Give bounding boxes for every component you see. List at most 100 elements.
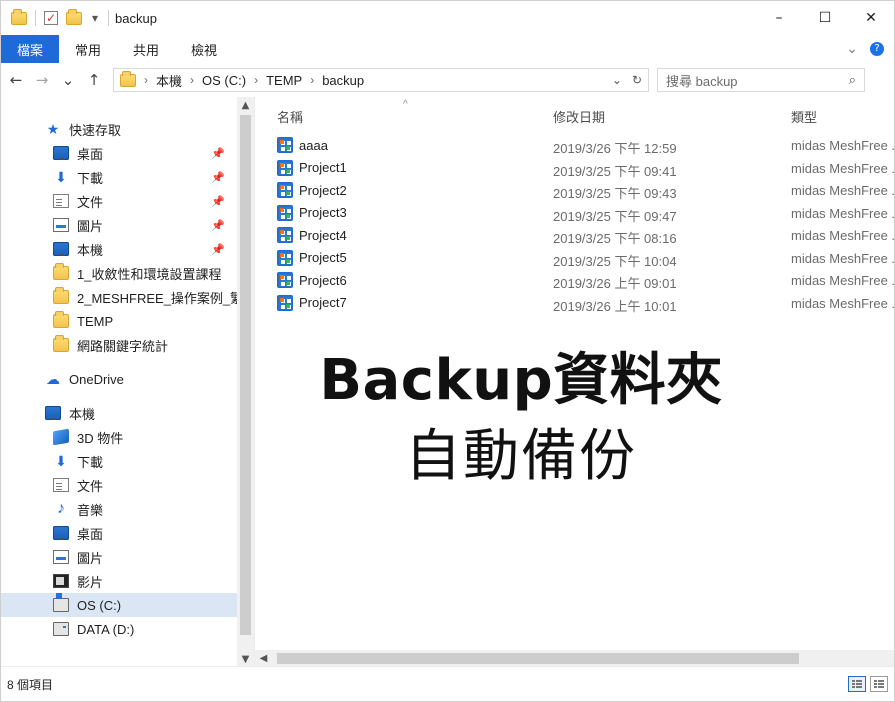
sidebar-item[interactable]: 文件 📌: [1, 189, 237, 213]
file-name-cell[interactable]: Project6: [277, 272, 347, 288]
file-name: Project7: [299, 295, 347, 310]
file-type: midas MeshFree ...: [791, 183, 895, 198]
sidebar-item[interactable]: 桌面 📌: [1, 141, 237, 165]
sidebar-item[interactable]: 圖片: [1, 545, 237, 569]
refresh-icon[interactable]: ↻: [632, 73, 642, 87]
ribbon-expand-icon[interactable]: ⌄: [846, 41, 858, 57]
search-icon[interactable]: ⌕: [849, 72, 856, 88]
breadcrumb-separator: ›: [254, 73, 259, 87]
close-button[interactable]: ✕: [848, 1, 894, 35]
breadcrumb-temp[interactable]: TEMP: [266, 73, 302, 88]
file-name-cell[interactable]: Project5: [277, 249, 347, 266]
file-list-pane: 名稱 ^ 修改日期 類型 aaaa 2019/3/26 下午 12:59 midas…: [255, 97, 894, 667]
new-folder-icon[interactable]: [66, 8, 82, 25]
column-header-type[interactable]: 類型: [791, 107, 817, 126]
folder-icon: [53, 335, 69, 352]
file-name-cell[interactable]: Project2: [277, 182, 347, 198]
up-button[interactable]: ↑: [83, 69, 105, 91]
file-name-cell[interactable]: aaaa: [277, 137, 328, 153]
breadcrumb-backup[interactable]: backup: [322, 73, 364, 88]
file-name: Project5: [299, 250, 347, 265]
address-dropdown-icon[interactable]: ⌄: [612, 73, 622, 87]
scroll-left-button[interactable]: ◀: [255, 650, 272, 667]
sidebar-item[interactable]: ☁ OneDrive: [1, 367, 237, 391]
help-icon[interactable]: ?: [870, 42, 884, 56]
sidebar-item-label: 桌面: [77, 146, 104, 162]
properties-checkbox-icon[interactable]: ✓: [44, 11, 58, 25]
file-type: midas MeshFree ...: [791, 138, 895, 153]
minimize-button[interactable]: –: [756, 1, 802, 35]
sidebar-item[interactable]: OS (C:): [1, 593, 237, 617]
file-row[interactable]: Project5 2019/3/25 下午 10:04 midas MeshFree…: [255, 248, 894, 271]
address-bar[interactable]: › 本機 › OS (C:) › TEMP › backup ⌄ ↻: [113, 68, 649, 92]
sidebar-item-label: 圖片: [77, 550, 104, 566]
file-row[interactable]: Project2 2019/3/25 下午 09:43 midas MeshFree…: [255, 180, 894, 203]
forward-button[interactable]: →: [31, 69, 53, 91]
sidebar-item[interactable]: ♪ 音樂: [1, 497, 237, 521]
sidebar-item[interactable]: 文件: [1, 473, 237, 497]
navigation-vertical-scrollbar[interactable]: ▲ ▼: [237, 97, 254, 667]
sidebar-item[interactable]: 本機: [1, 401, 237, 425]
customize-quick-access-icon[interactable]: ▾: [92, 11, 98, 25]
sidebar-item[interactable]: DATA (D:): [1, 617, 237, 641]
ribbon-tab-file[interactable]: 檔案: [1, 35, 60, 63]
file-list-header: 名稱 ^ 修改日期 類型: [255, 97, 894, 131]
sidebar-item[interactable]: 桌面: [1, 521, 237, 545]
meshfree-file-icon: [277, 227, 293, 243]
sidebar-item[interactable]: ⬇ 下載: [1, 449, 237, 473]
sidebar-item[interactable]: ★ 快速存取: [1, 117, 237, 141]
sidebar-item[interactable]: 本機 📌: [1, 237, 237, 261]
scroll-down-button[interactable]: ▼: [237, 651, 254, 667]
folder-icon[interactable]: [11, 8, 27, 25]
recent-locations-button[interactable]: ⌄: [57, 69, 79, 91]
sidebar-item[interactable]: 影片: [1, 569, 237, 593]
sidebar-item-label: 本機: [69, 406, 96, 422]
details-view-icon[interactable]: [848, 676, 866, 692]
maximize-button[interactable]: ☐: [802, 1, 848, 35]
back-button[interactable]: ←: [5, 69, 27, 91]
this-pc-icon: [45, 406, 61, 420]
search-box[interactable]: 搜尋 backup ⌕: [657, 68, 865, 92]
file-type: midas MeshFree ...: [791, 228, 895, 243]
sidebar-item[interactable]: 圖片 📌: [1, 213, 237, 237]
column-header-date-modified[interactable]: 修改日期: [553, 107, 605, 126]
ribbon-tab-view[interactable]: 檢視: [175, 35, 233, 63]
sidebar-item-label: 1_收斂性和環境設置課程: [77, 266, 222, 282]
file-name-cell[interactable]: Project4: [277, 227, 347, 243]
file-row[interactable]: Project6 2019/3/26 上午 09:01 midas MeshFree…: [255, 270, 894, 293]
ribbon: 檔案 常用 共用 檢視 ⌄ ?: [1, 35, 894, 64]
sidebar-item[interactable]: 1_收斂性和環境設置課程: [1, 261, 237, 285]
file-name-cell[interactable]: Project3: [277, 204, 347, 221]
horizontal-scroll-thumb[interactable]: [277, 653, 799, 664]
ribbon-tab-home[interactable]: 常用: [59, 35, 117, 63]
file-row[interactable]: aaaa 2019/3/26 下午 12:59 midas MeshFree ...: [255, 135, 894, 158]
column-header-name[interactable]: 名稱: [277, 107, 303, 126]
sidebar-item[interactable]: TEMP: [1, 309, 237, 333]
sidebar-item[interactable]: 2_MESHFREE_操作案例_繁體: [1, 285, 237, 309]
breadcrumb-os-drive[interactable]: OS (C:): [202, 73, 246, 88]
file-name-cell[interactable]: Project7: [277, 294, 347, 311]
drive-icon: [53, 622, 69, 636]
music-icon: ♪: [57, 500, 65, 517]
file-row[interactable]: Project7 2019/3/26 上午 10:01 midas MeshFree…: [255, 293, 894, 316]
folder-icon: [53, 311, 69, 328]
sidebar-item[interactable]: 網路關鍵字統計: [1, 333, 237, 357]
large-icons-view-icon[interactable]: [870, 676, 888, 692]
ribbon-tab-share[interactable]: 共用: [117, 35, 175, 63]
file-name: Project4: [299, 227, 347, 243]
file-list-horizontal-scrollbar[interactable]: ◀: [255, 650, 894, 667]
scroll-up-button[interactable]: ▲: [237, 97, 254, 113]
pin-icon: 📌: [211, 219, 225, 232]
breadcrumb-this-pc[interactable]: 本機: [156, 71, 182, 90]
sidebar-item[interactable]: ⬇ 下載 📌: [1, 165, 237, 189]
sidebar-item[interactable]: 3D 物件: [1, 425, 237, 449]
file-row[interactable]: Project1 2019/3/25 下午 09:41 midas MeshFree…: [255, 158, 894, 181]
file-name-cell[interactable]: Project1: [277, 159, 347, 176]
scroll-thumb[interactable]: [240, 115, 251, 635]
file-type: midas MeshFree ...: [791, 273, 895, 288]
pin-icon: 📌: [211, 147, 225, 160]
file-row[interactable]: Project4 2019/3/25 下午 08:16 midas MeshFree…: [255, 225, 894, 248]
file-row[interactable]: Project3 2019/3/25 下午 09:47 midas MeshFree…: [255, 203, 894, 226]
pin-icon: 📌: [211, 195, 225, 208]
sidebar-item-label: 桌面: [77, 526, 104, 542]
